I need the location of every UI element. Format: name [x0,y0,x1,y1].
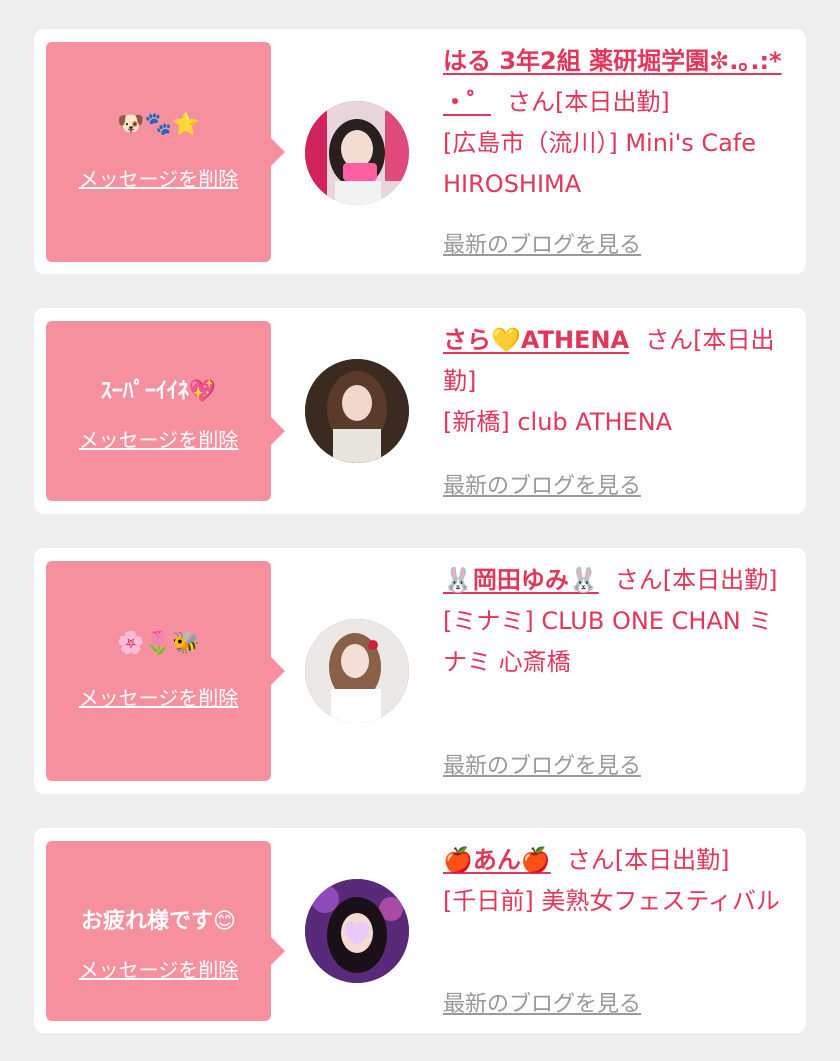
message-list: 🐶🐾⭐ メッセージを削除 はる 3年2組 薬研堀学園✼.｡.:* ・゜ さん[本日… [0,0,840,1061]
cast-info: 🐰岡田ゆみ🐰 さん[本日出勤] [ミナミ] CLUB ONE CHAN ミナミ 心… [443,560,795,683]
shop-info: [広島市（流川）] Mini's Cafe HIROSHIMA [443,129,757,198]
avatar-photo [305,619,409,723]
delete-message-link[interactable]: メッセージを削除 [46,682,271,711]
message-text: ｽｰﾊﾟｰｲｲﾈ💖 [100,379,217,404]
message-text: 🌸🌷🐝 [117,631,200,656]
message-card: 🌸🌷🐝 メッセージを削除 🐰岡田ゆみ🐰 さん[本日出勤] [ミナミ] CLUB O… [34,548,806,794]
avatar-photo [305,879,409,983]
cast-info: 🍎あん🍎 さん[本日出勤] [千日前] 美熟女フェスティバル [443,840,795,922]
message-text: 🐶🐾⭐ [117,112,200,137]
avatar[interactable] [305,101,409,205]
message-bubble: ｽｰﾊﾟｰｲｲﾈ💖 メッセージを削除 [46,321,285,501]
cast-status: さん[本日出勤] [507,88,670,116]
latest-blog-link[interactable]: 最新のブログを見る [443,227,641,259]
avatar-photo [305,359,409,463]
cast-status: さん[本日出勤] [566,846,730,874]
message-card: ｽｰﾊﾟｰｲｲﾈ💖 メッセージを削除 さら💛ATHENA さん[本日出勤] [新橋… [34,308,806,514]
avatar[interactable] [305,619,409,723]
avatar-photo [305,101,409,205]
latest-blog-link[interactable]: 最新のブログを見る [443,468,641,500]
shop-info: [千日前] 美熟女フェスティバル [443,887,780,915]
shop-info: [ミナミ] CLUB ONE CHAN ミナミ 心斎橋 [443,607,773,676]
message-bubble: 🌸🌷🐝 メッセージを削除 [46,561,285,781]
latest-blog-link[interactable]: 最新のブログを見る [443,986,641,1018]
message-text: お疲れ様です😊 [81,909,236,934]
delete-message-link[interactable]: メッセージを削除 [46,954,271,983]
avatar[interactable] [305,359,409,463]
avatar[interactable] [305,879,409,983]
cast-info: はる 3年2組 薬研堀学園✼.｡.:* ・゜ さん[本日出勤] [広島市（流川）]… [443,41,795,205]
message-bubble: 🐶🐾⭐ メッセージを削除 [46,42,285,262]
latest-blog-link[interactable]: 最新のブログを見る [443,748,641,780]
message-bubble: お疲れ様です😊 メッセージを削除 [46,841,285,1021]
message-card: 🐶🐾⭐ メッセージを削除 はる 3年2組 薬研堀学園✼.｡.:* ・゜ さん[本日… [34,29,806,274]
cast-status: さん[本日出勤] [614,566,778,594]
cast-name-link[interactable]: さら💛ATHENA [443,326,629,354]
shop-info: [新橋] club ATHENA [443,408,673,436]
message-card: お疲れ様です😊 メッセージを削除 🍎あん🍎 さん[本日出勤] [千日前] 美熟女フ… [34,828,806,1033]
delete-message-link[interactable]: メッセージを削除 [46,163,271,192]
cast-name-link[interactable]: 🐰岡田ゆみ🐰 [443,566,599,594]
cast-name-link[interactable]: 🍎あん🍎 [443,846,551,874]
delete-message-link[interactable]: メッセージを削除 [46,424,271,453]
cast-info: さら💛ATHENA さん[本日出勤] [新橋] club ATHENA [443,320,795,443]
